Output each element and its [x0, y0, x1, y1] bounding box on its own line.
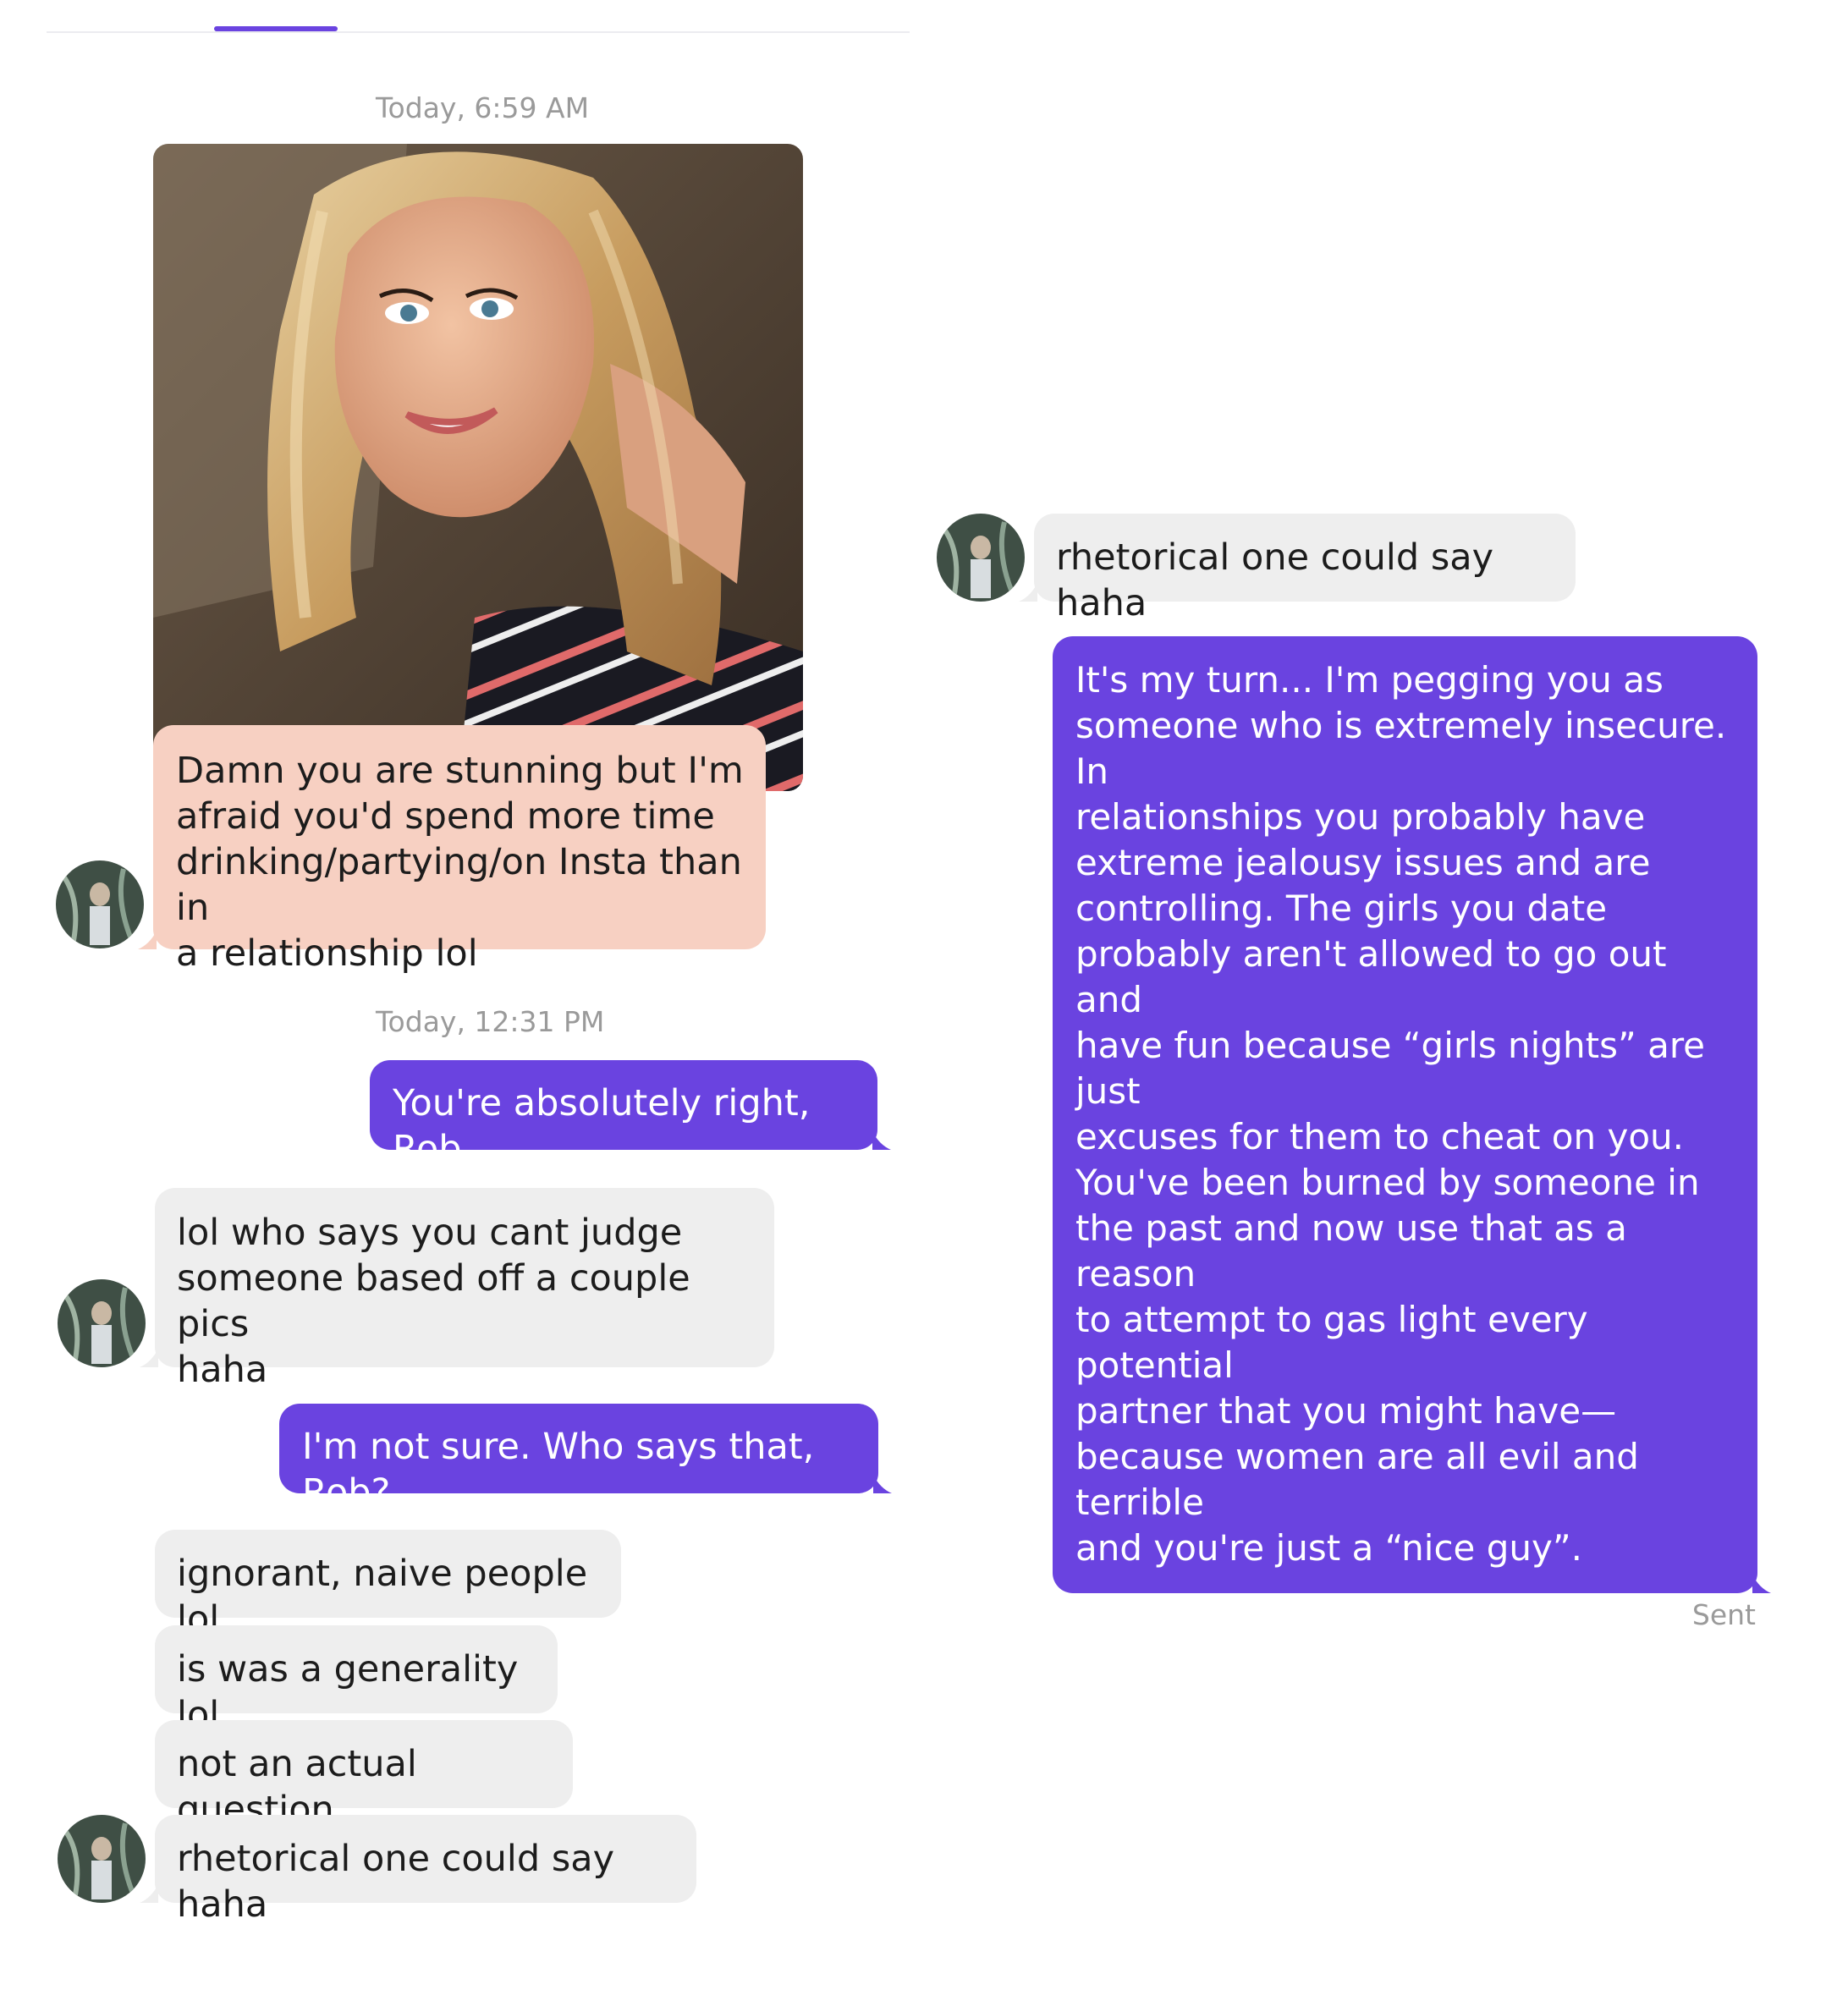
message-outgoing-long: It's my turn... I'm pegging you as someo…	[1053, 636, 1757, 1888]
avatar-image	[58, 1279, 146, 1367]
timestamp: Today, 6:59 AM	[376, 91, 590, 124]
header-divider	[47, 31, 910, 33]
avatar-image	[58, 1815, 146, 1903]
bubble-tail	[873, 1475, 892, 1493]
message-incoming: lol who says you cant judge someone base…	[155, 1188, 774, 1391]
shared-photo[interactable]	[153, 144, 803, 791]
active-tab-indicator	[214, 26, 338, 31]
bubble-tail	[1752, 1575, 1771, 1593]
timestamp: Today, 12:31 PM	[376, 1005, 605, 1038]
bubble-tail	[138, 931, 157, 949]
message-incoming: is was a generality lol	[155, 1625, 558, 1736]
message-incoming: rhetorical one could say haha	[155, 1815, 696, 1926]
message-incoming: not an actual question	[155, 1720, 573, 1831]
avatar-image	[56, 860, 144, 948]
message-status: Sent	[1691, 1598, 1756, 1631]
bubble-tail	[872, 1131, 891, 1150]
avatar[interactable]	[56, 860, 144, 948]
message-incoming: rhetorical one could say haha	[1034, 514, 1576, 624]
bubble-tail	[1019, 583, 1037, 602]
photo-caption-bubble: Damn you are stunning but I'm afraid you…	[153, 725, 766, 975]
bubble-tail	[140, 1349, 158, 1367]
message-incoming: ignorant, naive people lol	[155, 1530, 621, 1641]
avatar[interactable]	[58, 1279, 146, 1367]
bubble-tail	[140, 1884, 158, 1903]
profile-photo-image	[153, 144, 803, 791]
avatar-image	[937, 514, 1025, 602]
message-outgoing: You're absolutely right, Rob.	[370, 1060, 877, 1170]
avatar[interactable]	[937, 514, 1025, 602]
message-outgoing: I'm not sure. Who says that, Rob?	[279, 1404, 878, 1514]
avatar[interactable]	[58, 1815, 146, 1903]
